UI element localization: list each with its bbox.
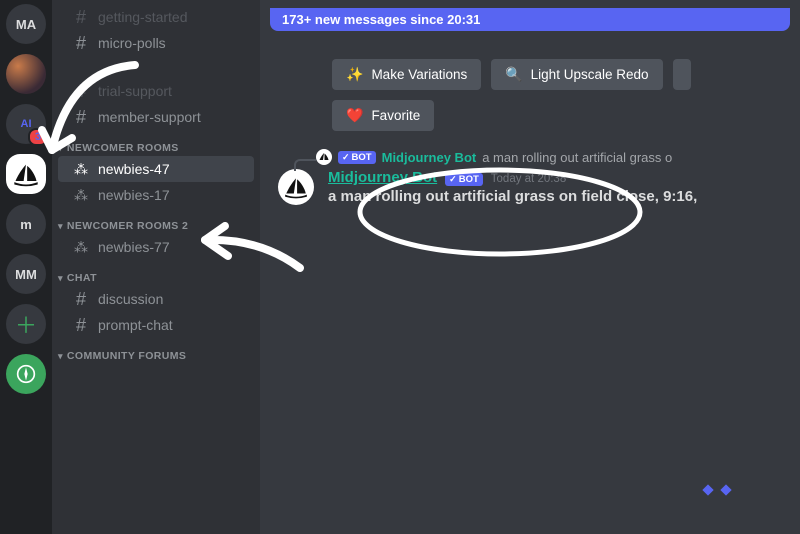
- channel-label: prompt-chat: [98, 317, 173, 333]
- magnify-icon: 🔍: [505, 66, 522, 83]
- channel-label: getting-started: [98, 9, 188, 25]
- hash-icon: #: [72, 34, 90, 52]
- reply-avatar: [316, 149, 332, 165]
- heart-icon: ❤️: [346, 107, 363, 124]
- channel-prompt-chat[interactable]: # prompt-chat: [58, 312, 254, 338]
- hash-icon: #: [72, 82, 90, 100]
- message-block: ✓ BOT Midjourney Bot a man rolling out a…: [260, 131, 800, 205]
- category-chat[interactable]: ▾ CHAT: [52, 260, 260, 286]
- chat-main: 173+ new messages since 20:31 ✨ Make Var…: [260, 0, 800, 534]
- button-label: Favorite: [371, 108, 420, 123]
- extra-button[interactable]: [673, 59, 691, 90]
- button-label: Make Variations: [371, 67, 467, 82]
- message-author[interactable]: Midjourney Bot: [328, 169, 437, 186]
- server-ma-label: MA: [16, 17, 36, 32]
- channel-trial-support[interactable]: # trial-support: [58, 78, 254, 104]
- make-variations-button[interactable]: ✨ Make Variations: [332, 59, 481, 90]
- forum-hash-icon: ⁂: [72, 160, 90, 178]
- reply-author: Midjourney Bot: [382, 150, 477, 165]
- channel-label: micro-polls: [98, 35, 166, 51]
- channel-discussion[interactable]: # discussion: [58, 286, 254, 312]
- check-icon: ✓: [342, 152, 350, 163]
- chevron-down-icon: ▾: [58, 221, 63, 232]
- compass-icon: [16, 364, 36, 384]
- hash-icon: #: [72, 8, 90, 26]
- channel-getting-started[interactable]: # getting-started: [58, 4, 254, 30]
- component-row-2: ❤️ Favorite: [260, 90, 800, 131]
- category-label: COMMUNITY FORUMS: [67, 350, 186, 362]
- notification-badge: 3: [28, 128, 48, 146]
- component-row-1: ✨ Make Variations 🔍 Light Upscale Redo: [260, 31, 800, 90]
- server-mm[interactable]: MM: [6, 254, 46, 294]
- loading-dot: [702, 484, 713, 495]
- channel-label: newbies-17: [98, 187, 170, 203]
- category-newcomer-rooms-2[interactable]: ▾ NEWCOMER ROOMS 2: [52, 208, 260, 234]
- channel-member-support[interactable]: # member-support: [58, 104, 254, 130]
- forum-hash-icon: ⁂: [72, 238, 90, 256]
- server-rail: MA AI 3 m MM ＋: [0, 0, 52, 534]
- plus-icon: ＋: [15, 308, 37, 340]
- sparkle-icon: ✨: [346, 66, 363, 83]
- category-label: CHAT: [67, 272, 97, 284]
- button-label: Light Upscale Redo: [531, 67, 649, 82]
- chevron-down-icon: ▾: [58, 273, 63, 284]
- forum-hash-icon: ⁂: [72, 186, 90, 204]
- hash-icon: #: [72, 316, 90, 334]
- hash-icon: #: [72, 108, 90, 126]
- channel-label: discussion: [98, 291, 163, 307]
- message-body: Midjourney Bot ✓ BOT Today at 20:38 a ma…: [328, 169, 697, 205]
- channel-label: trial-support: [98, 83, 172, 99]
- server-blurple[interactable]: AI 3: [6, 104, 46, 144]
- category-label: NEWCOMER ROOMS 2: [67, 220, 188, 232]
- loading-indicator: [704, 486, 730, 494]
- new-messages-text: 173+ new messages since 20:31: [282, 12, 480, 27]
- loading-dot: [720, 484, 731, 495]
- explore-servers-button[interactable]: [6, 354, 46, 394]
- light-upscale-button[interactable]: 🔍 Light Upscale Redo: [491, 59, 662, 90]
- message-timestamp: Today at 20:38: [491, 173, 566, 185]
- server-mm-label: MM: [15, 267, 37, 282]
- server-avatar-2[interactable]: [6, 54, 46, 94]
- server-m-label: m: [20, 217, 32, 232]
- server-ma[interactable]: MA: [6, 4, 46, 44]
- channel-label: member-support: [98, 109, 201, 125]
- server-m[interactable]: m: [6, 204, 46, 244]
- category-label: NEWCOMER ROOMS: [67, 142, 179, 154]
- bot-tag: ✓ BOT: [445, 173, 483, 186]
- category-newcomer-rooms[interactable]: ▾ NEWCOMER ROOMS: [52, 130, 260, 156]
- favorite-button[interactable]: ❤️ Favorite: [332, 100, 434, 131]
- channel-label: newbies-77: [98, 239, 170, 255]
- chevron-down-icon: ▾: [58, 143, 63, 154]
- sailboat-icon: [283, 174, 309, 200]
- bot-tag: ✓ BOT: [338, 151, 376, 164]
- sailboat-icon: [12, 160, 40, 188]
- reply-preview[interactable]: ✓ BOT Midjourney Bot a man rolling out a…: [278, 149, 800, 165]
- channel-micro-polls[interactable]: # micro-polls: [58, 30, 254, 56]
- message-avatar[interactable]: [278, 169, 314, 205]
- channel-label: newbies-47: [98, 161, 170, 177]
- server-midjourney[interactable]: [6, 154, 46, 194]
- add-server-button[interactable]: ＋: [6, 304, 46, 344]
- channel-newbies-17[interactable]: ⁂ newbies-17: [58, 182, 254, 208]
- message-row: Midjourney Bot ✓ BOT Today at 20:38 a ma…: [278, 165, 800, 205]
- chevron-down-icon: ▾: [58, 351, 63, 362]
- check-icon: ✓: [449, 174, 457, 185]
- new-messages-bar[interactable]: 173+ new messages since 20:31: [270, 8, 790, 31]
- hash-icon: #: [72, 290, 90, 308]
- sailboat-icon: [318, 151, 330, 163]
- category-community-forums[interactable]: ▾ COMMUNITY FORUMS: [52, 338, 260, 364]
- channel-sidebar: # getting-started # micro-polls # trial-…: [52, 0, 260, 534]
- channel-newbies-47[interactable]: ⁂ newbies-47: [58, 156, 254, 182]
- channel-newbies-77[interactable]: ⁂ newbies-77: [58, 234, 254, 260]
- reply-text: a man rolling out artificial grass o: [482, 150, 672, 165]
- message-text: a man rolling out artificial grass on fi…: [328, 186, 697, 205]
